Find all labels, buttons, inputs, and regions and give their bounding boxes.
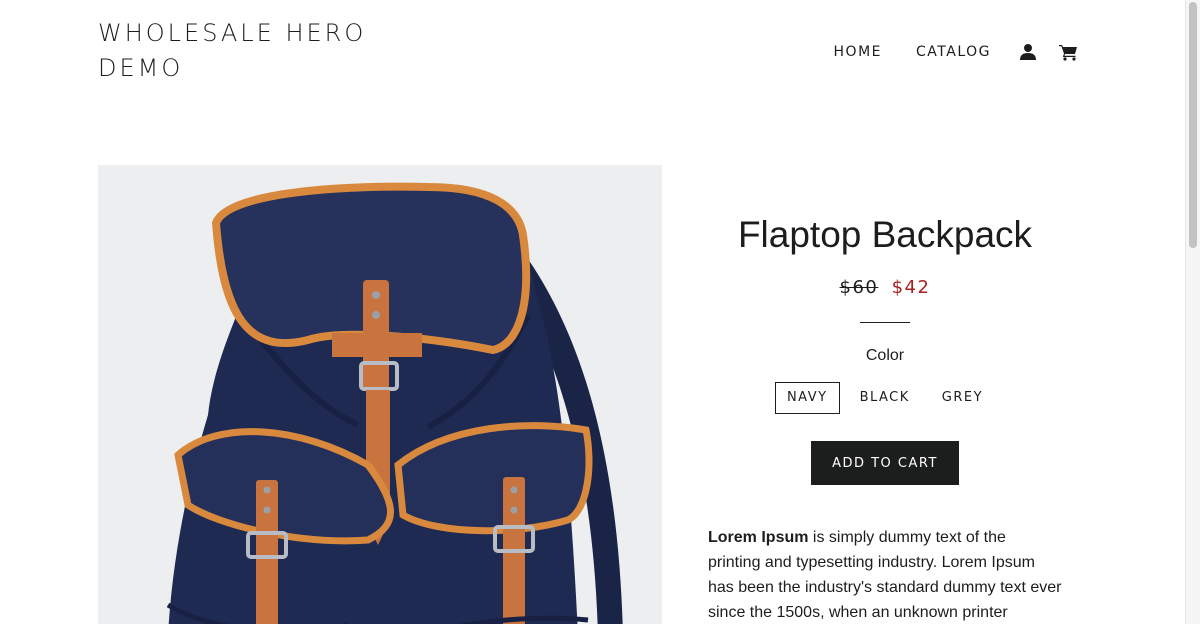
nav-catalog-link[interactable]: Catalog [916,38,991,66]
swatch-black[interactable]: Black [847,382,922,414]
swatch-grey[interactable]: Grey [929,382,996,414]
product-info: Flaptop Backpack $60 $42 Color Navy Blac… [708,208,1062,624]
page-scrollbar[interactable] [1185,0,1200,624]
color-swatches: Navy Black Grey [708,382,1062,414]
person-icon [1020,44,1036,60]
cart-link[interactable] [1059,38,1078,66]
product-description: Lorem Ipsum is simply dummy text of the … [708,525,1062,624]
main-nav: Home Catalog [834,38,1078,66]
backpack-illustration [98,165,662,624]
product-page: Wholesale Hero Demo Home Catalog [0,0,1200,624]
nav-home-link[interactable]: Home [834,38,882,66]
sale-price: $42 [891,277,931,298]
site-title-link[interactable]: Wholesale Hero Demo [98,16,418,86]
compare-price: $60 [839,277,879,298]
description-bold: Lorem Ipsum [708,529,809,546]
swatch-navy[interactable]: Navy [774,382,840,414]
account-link[interactable] [1019,38,1037,66]
cart-icon [1059,44,1077,61]
divider [860,322,910,323]
product-title: Flaptop Backpack [737,214,1033,255]
price-row: $60 $42 [708,276,1062,300]
color-option-label: Color [865,347,905,364]
add-to-cart-button[interactable]: Add to Cart [811,441,959,485]
scrollbar-thumb[interactable] [1189,2,1197,248]
product-image[interactable] [98,165,662,624]
